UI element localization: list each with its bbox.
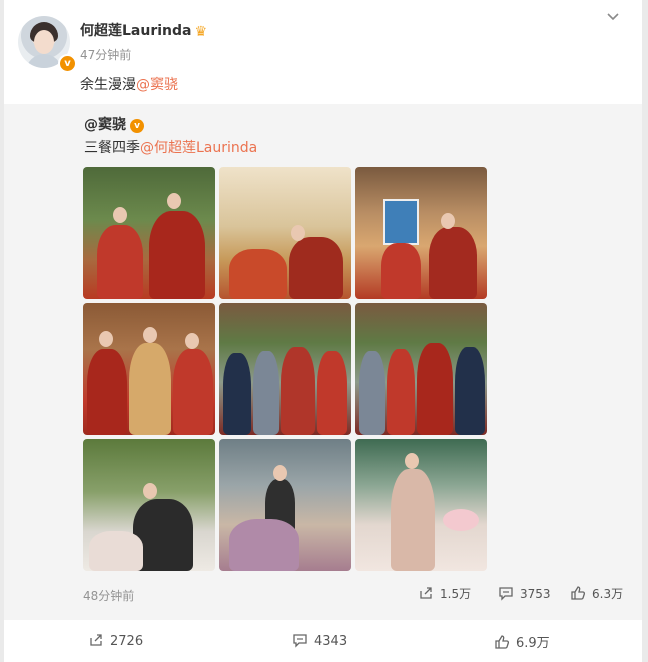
original-comment-count: 3753: [520, 587, 551, 601]
original-text: 三餐四季@何超莲Laurinda: [84, 137, 257, 157]
photo-2[interactable]: [219, 167, 351, 299]
crown-icon: ♛: [194, 24, 208, 40]
share-icon: [418, 585, 434, 601]
post-text-body: 余生漫漫: [80, 77, 136, 93]
original-like-count: 6.3万: [592, 587, 624, 601]
photo-3[interactable]: [355, 167, 487, 299]
forward-count: 2726: [110, 634, 144, 649]
reposted-content: @窦骁 v 三餐四季@何超莲Laurinda 48分钟前 1.5万 3753 6…: [4, 104, 642, 620]
like-count: 6.9万: [516, 636, 550, 651]
share-icon: [88, 632, 104, 648]
photo-grid: [83, 167, 488, 572]
author-name[interactable]: 何超莲Laurinda: [80, 23, 191, 39]
original-text-body: 三餐四季: [84, 140, 140, 156]
forward-button[interactable]: 2726: [88, 632, 143, 649]
original-forward-button[interactable]: 1.5万: [418, 585, 471, 602]
original-like-button[interactable]: 6.3万: [570, 585, 623, 602]
original-comment-button[interactable]: 3753: [498, 585, 551, 601]
photo-1[interactable]: [83, 167, 215, 299]
original-author-link[interactable]: @窦骁: [84, 117, 126, 133]
thumbs-up-icon: [494, 634, 510, 650]
comment-count: 4343: [314, 634, 348, 649]
post-text: 余生漫漫@窦骁: [80, 74, 178, 94]
verified-v-icon: v: [130, 119, 144, 133]
photo-4[interactable]: [83, 303, 215, 435]
photo-6[interactable]: [355, 303, 487, 435]
comment-icon: [498, 585, 514, 601]
original-mention-link[interactable]: @何超莲Laurinda: [140, 140, 257, 156]
photo-8[interactable]: [219, 439, 351, 571]
verified-v-icon: v: [58, 54, 77, 73]
photo-5[interactable]: [219, 303, 351, 435]
chevron-down-icon[interactable]: [603, 10, 623, 30]
photo-9[interactable]: [355, 439, 487, 571]
thumbs-up-icon: [570, 585, 586, 601]
post-mention-link[interactable]: @窦骁: [136, 77, 178, 93]
like-button[interactable]: 6.9万: [494, 632, 550, 651]
post-time[interactable]: 47分钟前: [80, 46, 131, 63]
original-forward-count: 1.5万: [440, 587, 472, 601]
comment-button[interactable]: 4343: [292, 632, 347, 649]
comment-icon: [292, 632, 308, 648]
post-action-bar: 2726 4343 6.9万: [4, 620, 642, 662]
original-post-time[interactable]: 48分钟前: [83, 587, 134, 604]
photo-7[interactable]: [83, 439, 215, 571]
